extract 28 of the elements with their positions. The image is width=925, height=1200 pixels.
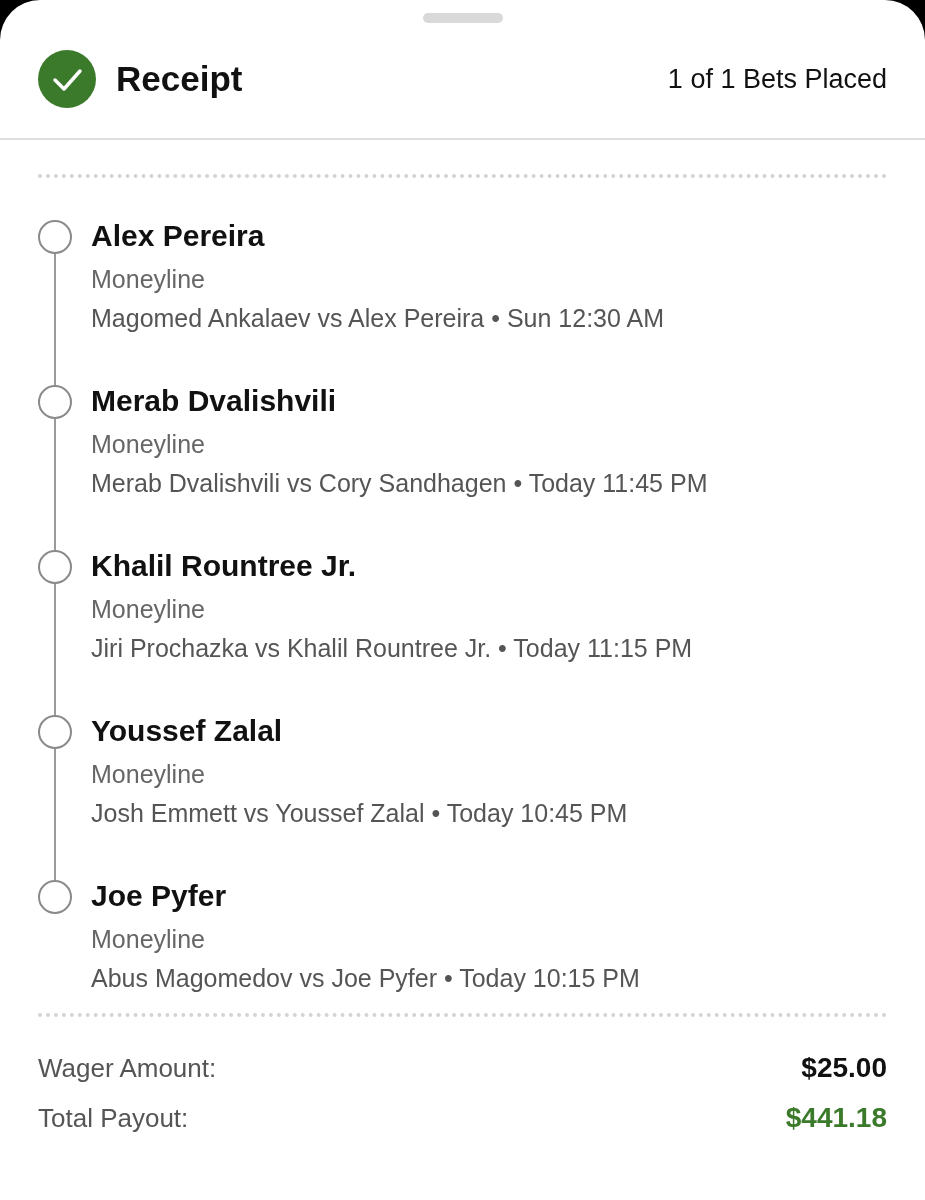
- event-info: Magomed Ankalaev vs Alex Pereira • Sun 12:30 AM: [91, 303, 664, 333]
- receipt-title: Receipt: [116, 57, 243, 100]
- drag-handle[interactable]: [422, 13, 503, 23]
- market-label: Moneyline: [91, 759, 206, 789]
- event-info: Abus Magomedov vs Joe Pyfer • Today 10:15 PM: [91, 963, 640, 993]
- event-info: Jiri Prochazka vs Khalil Rountree Jr. • Today 11:15 PM: [91, 633, 693, 663]
- timeline-node-icon: [38, 220, 72, 254]
- market-label: Moneyline: [91, 264, 206, 294]
- bets-placed-count: 1 of 1 Bets Placed: [667, 62, 887, 96]
- timeline-node-icon: [38, 880, 72, 914]
- market-label: Moneyline: [91, 429, 206, 459]
- selection-name: Alex Pereira: [91, 218, 266, 254]
- selection-name: Youssef Zalal: [91, 713, 284, 749]
- event-info: Josh Emmett vs Youssef Zalal • Today 10:45 PM: [91, 798, 628, 828]
- summary-value: $441.18: [785, 1101, 887, 1135]
- timeline-node-icon: [38, 385, 72, 419]
- timeline-node-icon: [38, 550, 72, 584]
- selection-name: Joe Pyfer: [91, 878, 228, 914]
- market-label: Moneyline: [91, 924, 206, 954]
- summary-value: $25.00: [801, 1051, 887, 1085]
- checkmark-icon: [38, 50, 96, 108]
- market-label: Moneyline: [91, 594, 206, 624]
- summary-label: Total Payout:: [38, 1101, 189, 1135]
- summary-label: Wager Amount:: [38, 1051, 217, 1085]
- selection-name: Khalil Rountree Jr.: [91, 548, 358, 584]
- selection-name: Merab Dvalishvili: [91, 383, 338, 419]
- event-info: Merab Dvalishvili vs Cory Sandhagen • Today 11:45 PM: [91, 468, 708, 498]
- timeline-node-icon: [38, 715, 72, 749]
